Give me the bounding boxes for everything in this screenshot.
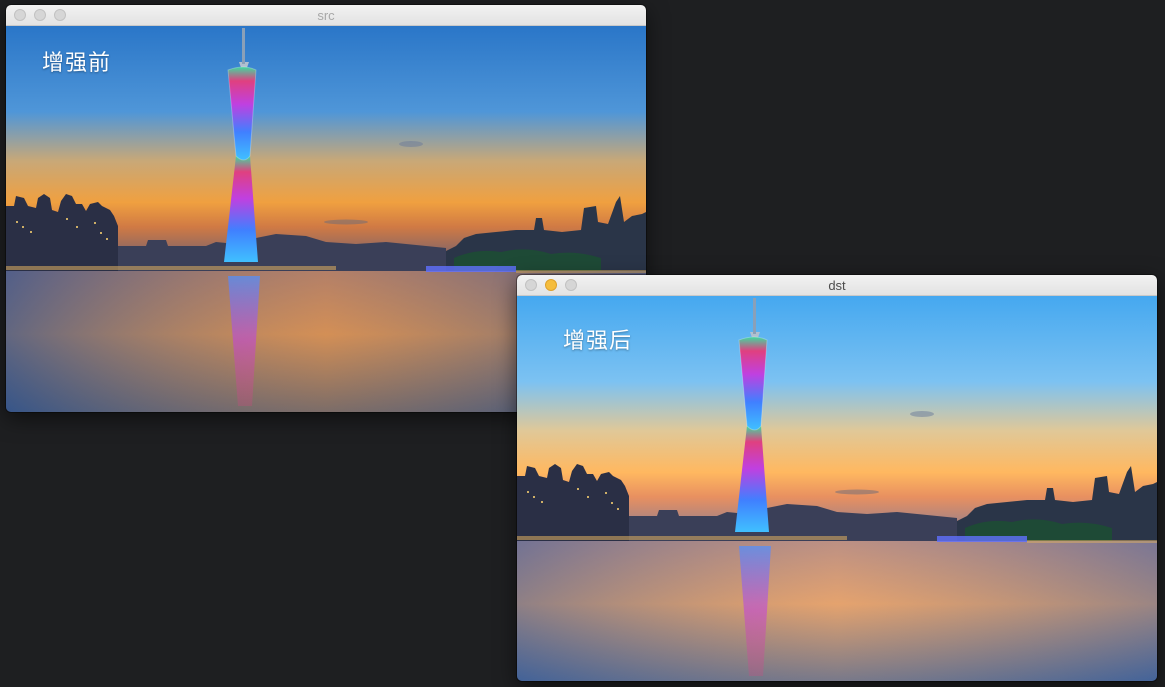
- src-titlebar[interactable]: src: [6, 5, 646, 26]
- src-overlay-label: 增强前: [42, 51, 112, 76]
- dst-titlebar[interactable]: dst: [517, 275, 1157, 296]
- dst-window[interactable]: dst 增强后: [517, 275, 1157, 681]
- src-window-title: src: [317, 8, 335, 23]
- dst-image: 增强后: [517, 296, 1157, 681]
- dst-window-title: dst: [828, 278, 846, 293]
- dst-overlay-label: 增强后: [563, 329, 633, 354]
